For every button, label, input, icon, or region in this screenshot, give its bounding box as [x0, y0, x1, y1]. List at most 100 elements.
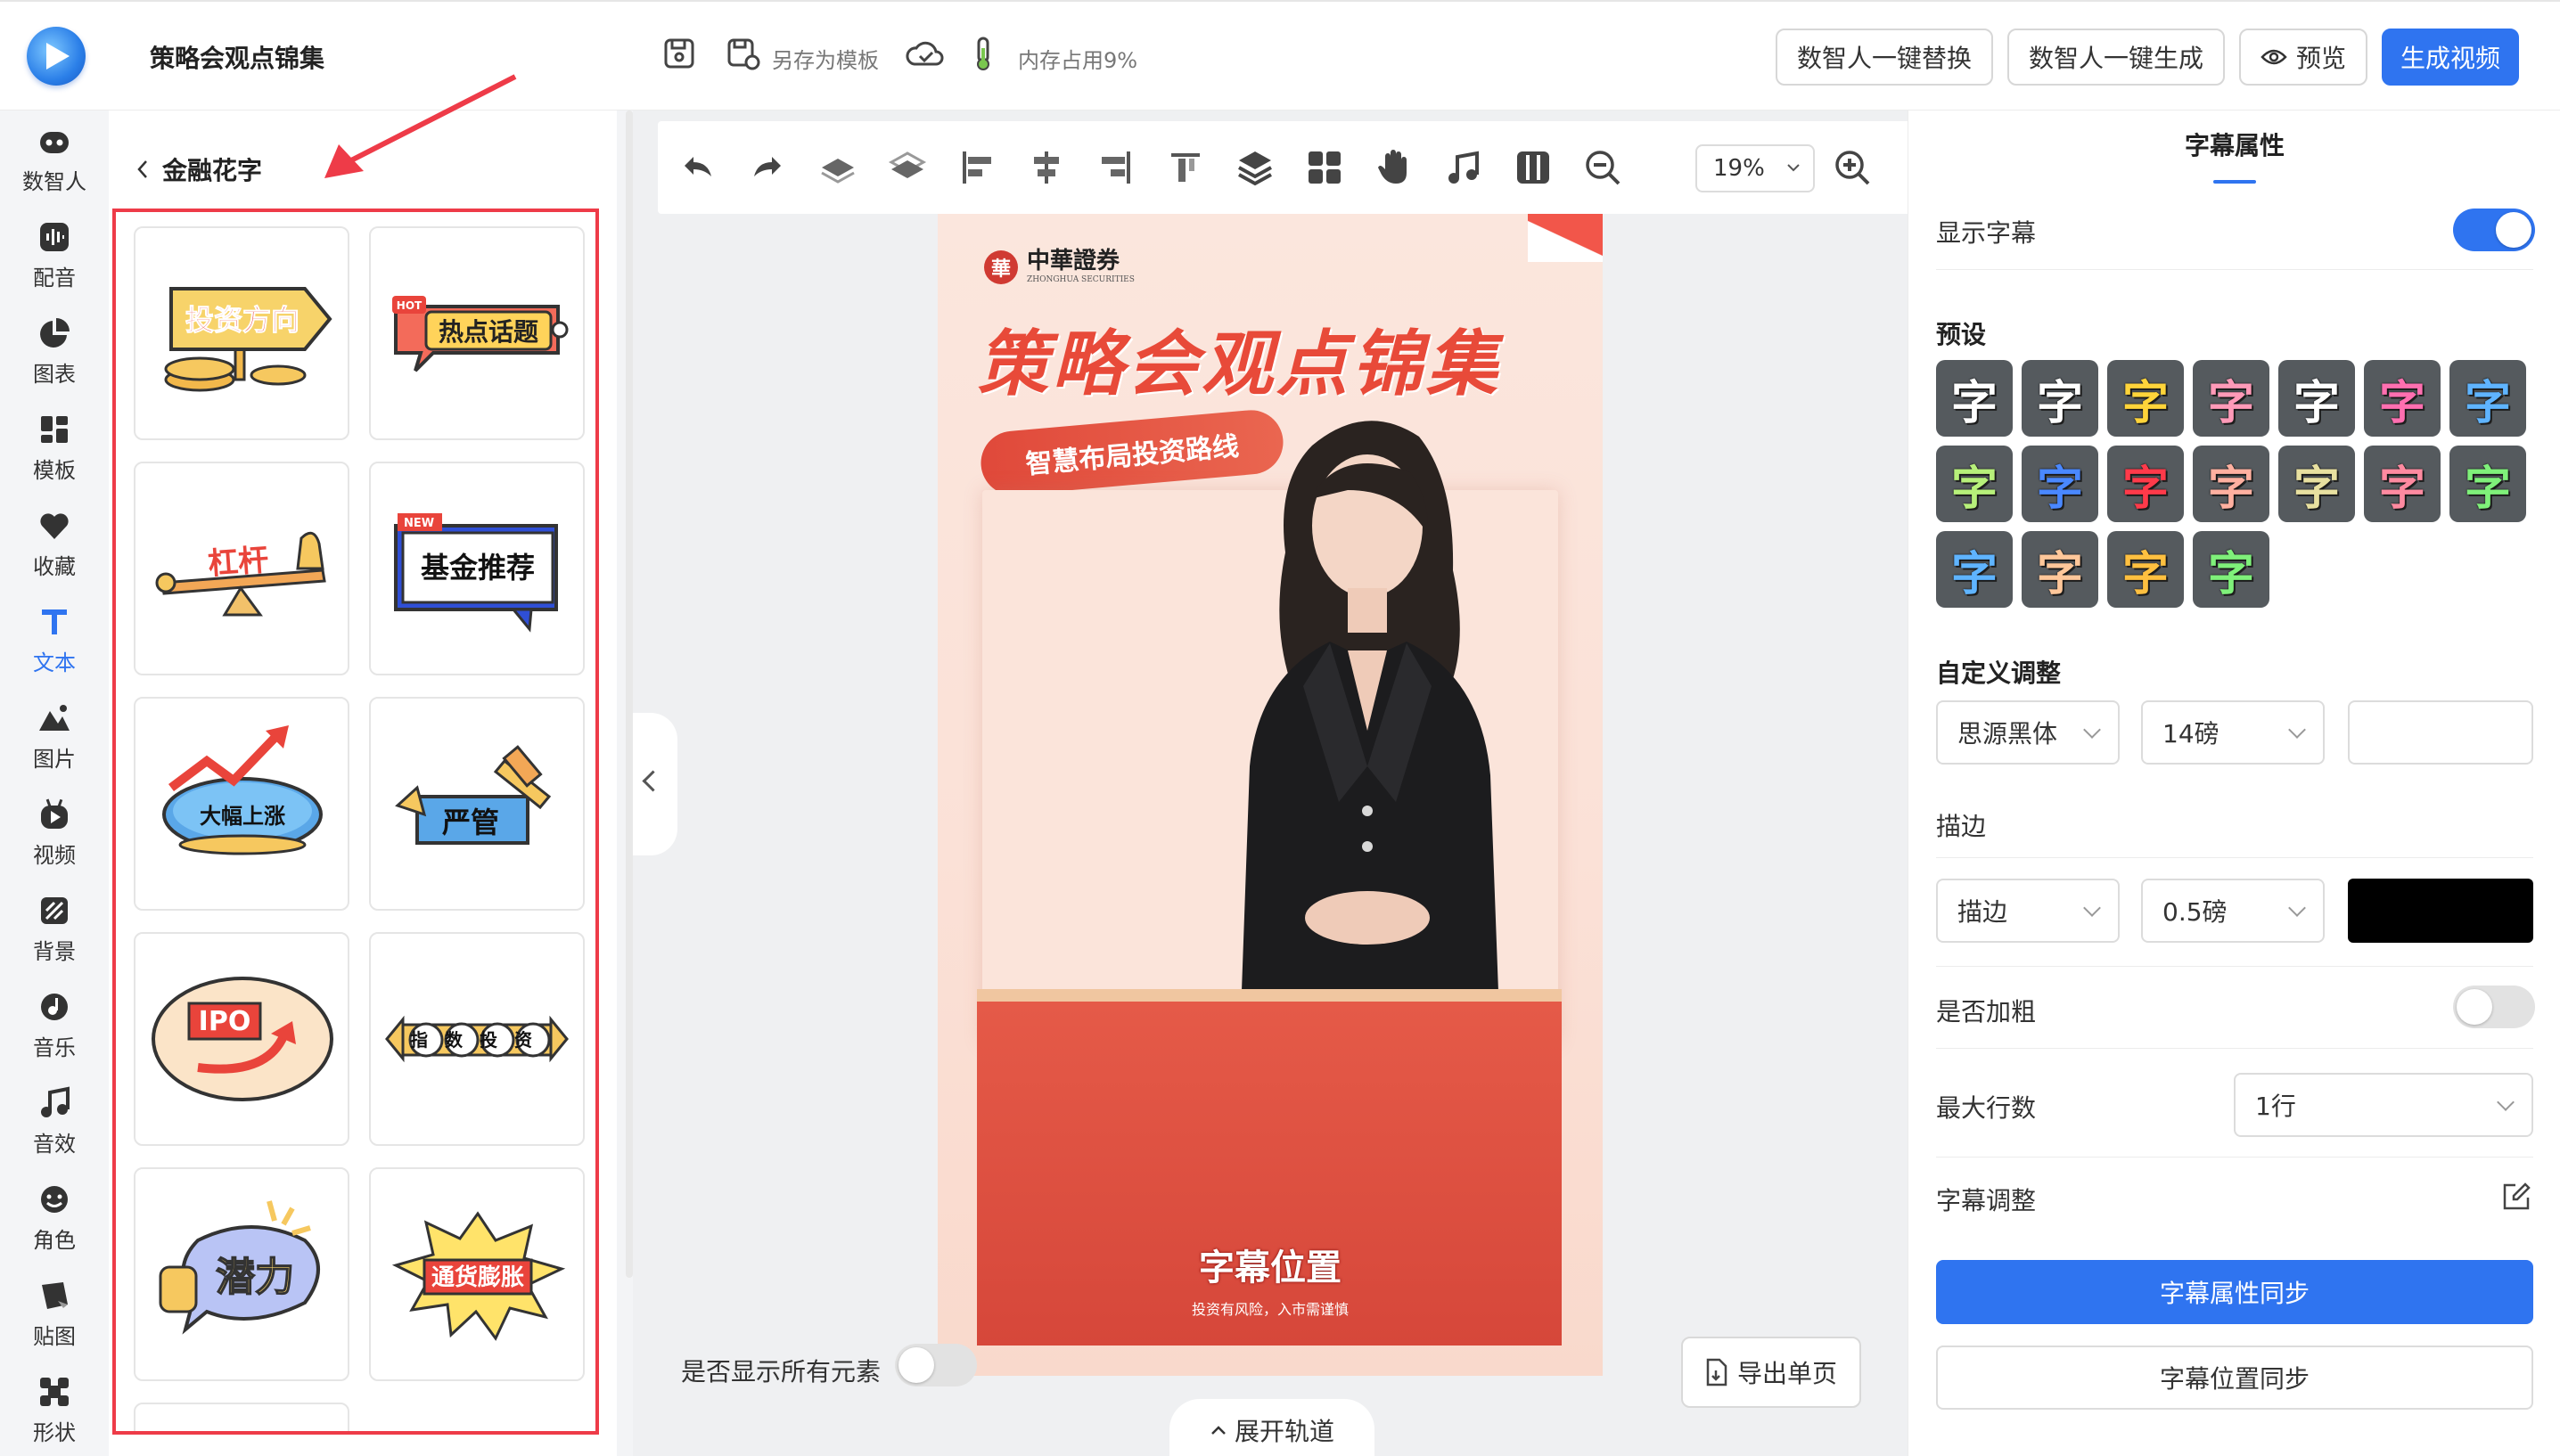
subtitle-preset-swatch[interactable]: 字 — [2364, 446, 2441, 522]
sync-subtitle-properties-button[interactable]: 字幕属性同步 — [1936, 1260, 2533, 1324]
redo-icon[interactable] — [749, 148, 788, 187]
rail-item-music[interactable]: 音乐 — [0, 977, 109, 1073]
align-top-icon[interactable] — [1166, 148, 1205, 187]
zoom-in-icon[interactable] — [1833, 148, 1872, 187]
tab-subtitle-properties[interactable]: 字幕属性 — [1908, 127, 2560, 162]
bold-toggle[interactable] — [2453, 986, 2535, 1028]
brand-logo[interactable]: 華 中華證券 ZHONGHUA SECURITIES — [984, 249, 1135, 284]
save-as-template-button[interactable]: 另存为模板 — [772, 43, 879, 74]
align-right-icon[interactable] — [1096, 148, 1136, 187]
panel-scrollbar[interactable] — [626, 110, 633, 1278]
subtitle-preset-swatch[interactable]: 字 — [2278, 446, 2355, 522]
show-subtitle-toggle[interactable] — [2453, 209, 2535, 251]
subtitle-preset-swatch[interactable]: 字 — [2107, 446, 2184, 522]
rail-item-avatar[interactable]: 数智人 — [0, 110, 109, 207]
subtitle-preset-swatch[interactable]: 字 — [2193, 531, 2269, 608]
rail-item-template[interactable]: 模板 — [0, 399, 109, 495]
expand-timeline-button[interactable]: 展开轨道 — [1169, 1399, 1374, 1456]
subtitle-preset-swatch[interactable]: 字 — [1936, 531, 2013, 608]
hand-pan-icon[interactable] — [1374, 148, 1414, 187]
cloud-sync-icon[interactable] — [904, 36, 947, 71]
subtitle-preset-swatch[interactable]: 字 — [2022, 360, 2098, 437]
avatar-generate-button[interactable]: 数智人一键生成 — [2007, 29, 2225, 86]
subtitle-preset-swatch[interactable]: 字 — [1936, 446, 2013, 522]
preview-button[interactable]: 预览 — [2239, 29, 2367, 86]
rail-item-favorites[interactable]: 收藏 — [0, 495, 109, 592]
music-note-icon[interactable] — [1444, 148, 1483, 187]
rail-item-label: 文本 — [33, 650, 76, 675]
stroke-type-select[interactable]: 描边 — [1936, 879, 2120, 943]
zoom-value: 19% — [1713, 155, 1765, 182]
back-button[interactable]: 金融花字 — [135, 151, 262, 187]
subtitle-position-text[interactable]: 字幕位置 — [938, 1239, 1603, 1290]
sticker-tile-partial[interactable] — [134, 1403, 349, 1431]
subtitle-preset-swatch[interactable]: 字 — [2449, 360, 2526, 437]
rail-item-dubbing[interactable]: 配音 — [0, 207, 109, 303]
rail-item-text[interactable]: 文本 — [0, 592, 109, 688]
rail-item-background[interactable]: 背景 — [0, 880, 109, 977]
sticker-text: 通货膨胀 — [431, 1264, 524, 1291]
layers-icon[interactable] — [1235, 148, 1275, 187]
columns-icon[interactable] — [1514, 148, 1553, 187]
rail-item-label: 角色 — [33, 1227, 76, 1253]
robot-icon — [40, 131, 69, 153]
sticker-tile-investment-direction[interactable]: 投资方向 — [134, 226, 349, 440]
rail-item-chart[interactable]: 图表 — [0, 303, 109, 399]
align-left-icon[interactable] — [957, 148, 997, 187]
generate-video-button[interactable]: 生成视频 — [2382, 29, 2519, 86]
subtitle-preset-swatch[interactable]: 字 — [2022, 531, 2098, 608]
rail-item-image[interactable]: 图片 — [0, 688, 109, 784]
sticker-tile-hot-topic[interactable]: HOT 热点话题 — [369, 226, 585, 440]
rail-item-character[interactable]: 角色 — [0, 1169, 109, 1265]
annotation-arrow-icon — [324, 74, 517, 178]
subtitle-preset-swatch[interactable]: 字 — [2193, 360, 2269, 437]
sync-subtitle-position-button[interactable]: 字幕位置同步 — [1936, 1346, 2533, 1410]
subtitle-preset-swatch[interactable]: 字 — [2449, 446, 2526, 522]
save-as-template-icon[interactable] — [726, 36, 761, 71]
divider — [1936, 857, 2533, 858]
digital-human-avatar[interactable] — [1169, 392, 1562, 1016]
stroke-width-select[interactable]: 0.5磅 — [2141, 879, 2325, 943]
save-icon[interactable] — [661, 36, 697, 71]
sticker-tile-strict-control[interactable]: 严管 — [369, 697, 585, 911]
avatar-replace-button[interactable]: 数智人一键替换 — [1776, 29, 1993, 86]
edit-icon[interactable] — [2501, 1182, 2531, 1212]
zoom-select[interactable]: 19% — [1695, 144, 1815, 192]
app-logo-icon[interactable] — [27, 27, 86, 86]
rail-item-shape[interactable]: 形状 — [0, 1362, 109, 1456]
video-canvas-page[interactable]: 華 中華證券 ZHONGHUA SECURITIES 策略会观点锦集 智慧布局投… — [938, 214, 1603, 1376]
subtitle-preset-swatch[interactable]: 字 — [1936, 360, 2013, 437]
show-all-elements-toggle[interactable] — [895, 1344, 977, 1386]
project-title[interactable]: 策略会观点锦集 — [150, 39, 324, 75]
export-page-button[interactable]: 导出单页 — [1681, 1337, 1861, 1408]
font-size-select[interactable]: 14磅 — [2141, 700, 2325, 765]
subtitle-preset-swatch[interactable]: 字 — [2107, 360, 2184, 437]
rail-item-sound-effect[interactable]: 音效 — [0, 1073, 109, 1169]
font-color-field[interactable] — [2348, 700, 2533, 765]
undo-icon[interactable] — [677, 148, 717, 187]
sticker-tile-ipo[interactable]: IPO — [134, 932, 349, 1146]
layer-down-icon[interactable] — [888, 148, 927, 187]
rail-item-video[interactable]: 视频 — [0, 784, 109, 880]
align-center-icon[interactable] — [1027, 148, 1066, 187]
subtitle-preset-swatch[interactable]: 字 — [2364, 360, 2441, 437]
hot-topic-sticker: HOT 热点话题 — [392, 296, 569, 372]
subtitle-preset-swatch[interactable]: 字 — [2107, 531, 2184, 608]
sticker-tile-index-investing[interactable]: 指数投资 — [369, 932, 585, 1146]
sticker-tile-potential[interactable]: 潜力 — [134, 1167, 349, 1381]
sticker-tile-fund-recommend[interactable]: NEW 基金推荐 — [369, 462, 585, 675]
sticker-tile-inflation[interactable]: 通货膨胀 — [369, 1167, 585, 1381]
zoom-out-icon[interactable] — [1583, 148, 1622, 187]
subtitle-preset-swatch[interactable]: 字 — [2193, 446, 2269, 522]
rail-item-sticker[interactable]: 贴图 — [0, 1265, 109, 1362]
max-lines-select[interactable]: 1行 — [2234, 1073, 2533, 1137]
stroke-color-picker[interactable] — [2348, 879, 2533, 943]
sticker-tile-leverage[interactable]: 杠杆 — [134, 462, 349, 675]
panel-collapse-handle[interactable] — [633, 713, 677, 855]
font-family-select[interactable]: 思源黑体 — [1936, 700, 2120, 765]
grid-layout-icon[interactable] — [1305, 148, 1344, 187]
subtitle-preset-swatch[interactable]: 字 — [2278, 360, 2355, 437]
layer-up-icon[interactable] — [818, 148, 857, 187]
subtitle-preset-swatch[interactable]: 字 — [2022, 446, 2098, 522]
sticker-tile-big-rise[interactable]: 大幅上涨 — [134, 697, 349, 911]
